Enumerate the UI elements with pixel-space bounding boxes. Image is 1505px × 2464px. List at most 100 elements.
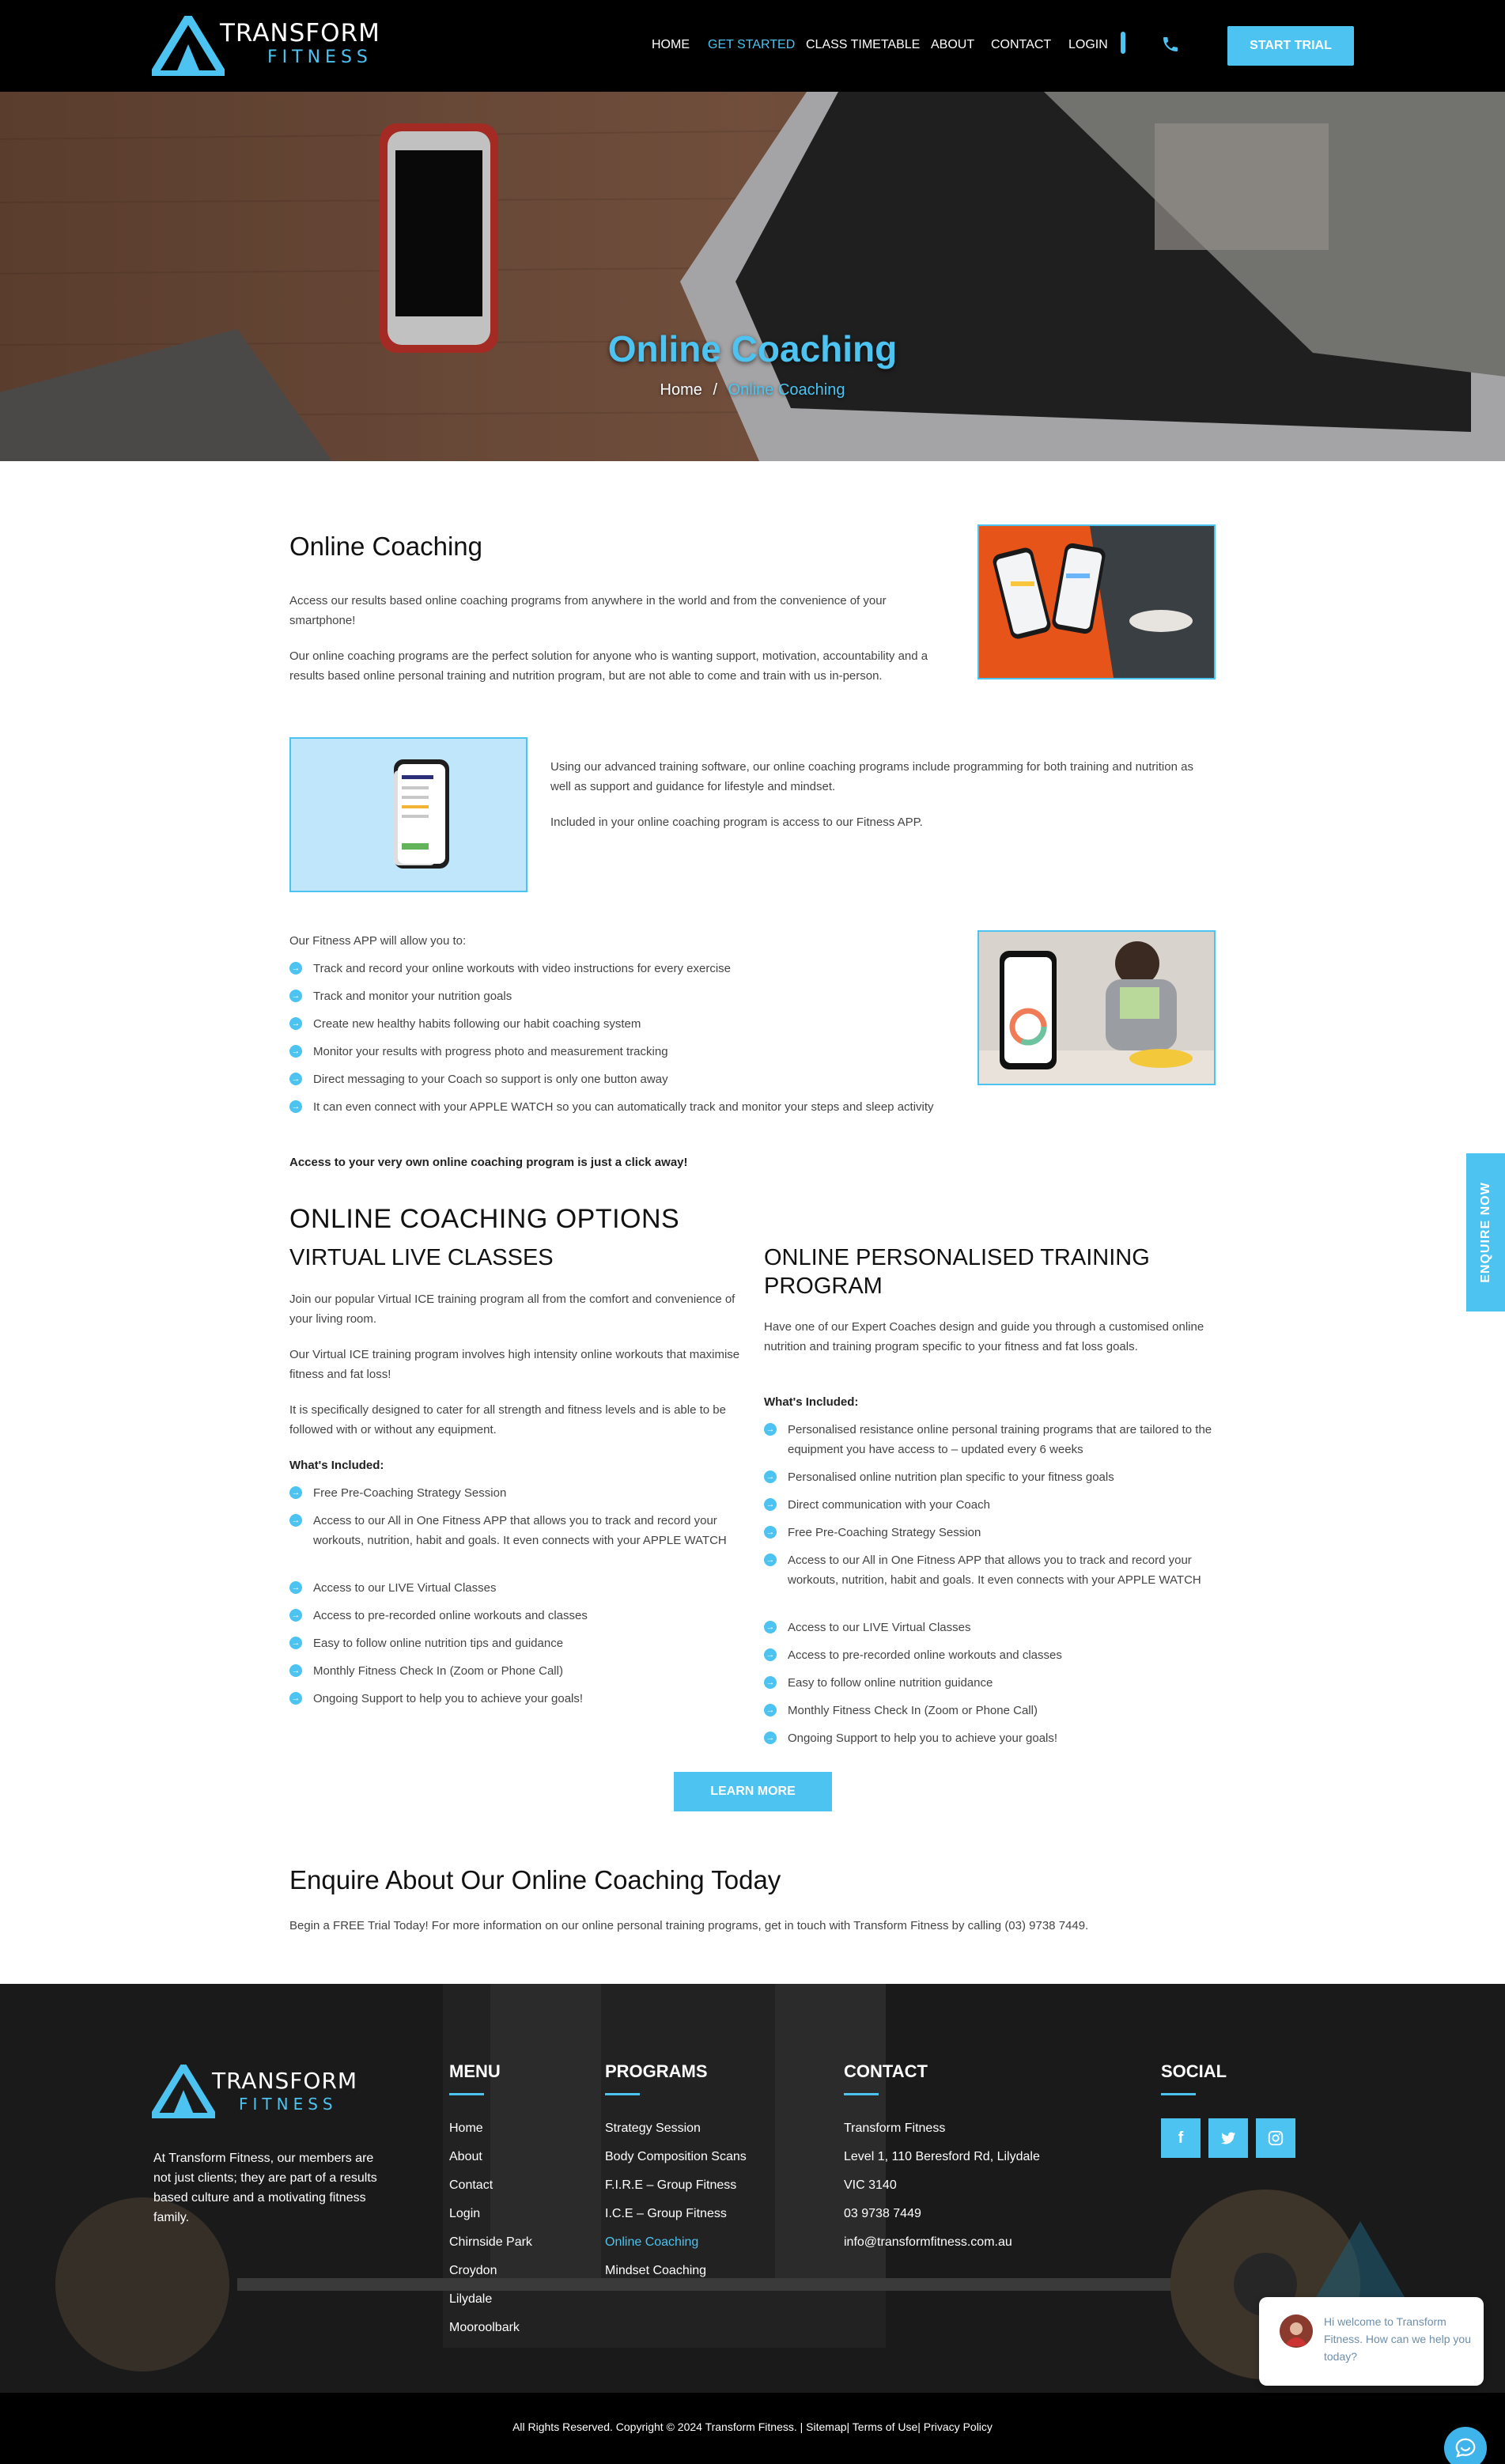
personal-included-item: → Access to pre-recorded online workouts … [764, 1645, 1215, 1665]
facebook-icon[interactable]: f [1161, 2118, 1201, 2158]
app-woman-image [977, 930, 1216, 1085]
footer-program-link[interactable]: F.I.R.E – Group Fitness [605, 2178, 736, 2193]
virtual-included-item: → Monthly Fitness Check In (Zoom or Phone… [289, 1661, 748, 1681]
intro-title: Online Coaching [289, 532, 482, 561]
footer-program-link[interactable]: Strategy Session [605, 2121, 701, 2136]
virtual-included-item: → Ongoing Support to help you to achieve … [289, 1689, 748, 1709]
footer-contact-email[interactable]: info@transformfitness.com.au [844, 2235, 1012, 2250]
nav-get-started[interactable]: GET STARTED [708, 38, 795, 52]
footer-menu-title: MENU [449, 2061, 501, 2081]
enquire-title: Enquire About Our Online Coaching Today [289, 1865, 781, 1894]
footer-programs-title: PROGRAMS [605, 2061, 708, 2081]
nav-about[interactable]: ABOUT [931, 38, 974, 52]
footer-menu-link[interactable]: About [449, 2150, 482, 2164]
personal-included-item: → Access to our All in One Fitness APP th… [764, 1550, 1215, 1590]
software-app-image [289, 737, 528, 892]
arrow-bullet-icon: → [764, 1704, 777, 1716]
arrow-bullet-icon: → [289, 1609, 302, 1622]
breadcrumb-home[interactable]: Home [660, 381, 702, 399]
footer-menu-link[interactable]: Lilydale [449, 2292, 492, 2307]
arrow-bullet-icon: → [289, 962, 302, 975]
arrow-bullet-icon: → [764, 1423, 777, 1436]
footer-menu-link[interactable]: Contact [449, 2178, 493, 2193]
personal-included-item: → Personalised online nutrition plan spec… [764, 1467, 1215, 1487]
nav-home[interactable]: HOME [652, 38, 690, 52]
personal-included-item: → Easy to follow online nutrition guidanc… [764, 1673, 1215, 1693]
personal-title-line-1: ONLINE PERSONALISED TRAINING [764, 1245, 1150, 1270]
logo-name-top[interactable]: TRANSFORM [220, 19, 380, 47]
app-closing: Access to your very own online coaching … [289, 1156, 688, 1169]
app-feature-item: → It can even connect with your APPLE WAT… [289, 1097, 962, 1117]
intro-paragraph-1: Access our results based online coaching… [289, 594, 887, 627]
logo-icon[interactable] [152, 16, 225, 76]
phone-icon[interactable] [1161, 35, 1180, 54]
footer-menu-link[interactable]: Home [449, 2121, 483, 2136]
nav-class-timetable[interactable]: CLASS TIMETABLE [806, 38, 920, 52]
personal-included-item: → Personalised resistance online personal… [764, 1420, 1215, 1459]
arrow-bullet-icon: → [289, 1045, 302, 1058]
arrow-bullet-icon: → [764, 1470, 777, 1483]
virtual-title: VIRTUAL LIVE CLASSES [289, 1245, 554, 1270]
footer-menu-link[interactable]: Mooroolbark [449, 2321, 520, 2335]
nav-login[interactable]: LOGIN [1068, 38, 1108, 52]
chat-greeting-text: Hi welcome to Transform Fitness. How can… [1324, 2315, 1471, 2363]
app-feature-item: → Track and record your online workouts w… [289, 959, 962, 978]
arrow-bullet-icon: → [289, 1637, 302, 1649]
arrow-bullet-icon: → [289, 1100, 302, 1113]
arrow-bullet-icon: → [764, 1732, 777, 1744]
app-feature-item: → Direct messaging to your Coach so suppo… [289, 1069, 962, 1089]
personal-title-line-2: PROGRAM [764, 1274, 883, 1299]
arrow-bullet-icon: → [764, 1621, 777, 1633]
footer-menu-link[interactable]: Chirnside Park [449, 2235, 532, 2250]
footer-menu-link[interactable]: Login [449, 2207, 480, 2221]
arrow-bullet-icon: → [289, 1017, 302, 1030]
arrow-bullet-icon: → [764, 1498, 777, 1511]
footer-contact-underline [844, 2093, 879, 2095]
personal-included-item: → Ongoing Support to help you to achieve … [764, 1728, 1215, 1748]
start-trial-button[interactable]: START TRIAL [1227, 26, 1354, 66]
footer-contact-phone[interactable]: 03 9738 7449 [844, 2207, 921, 2221]
learn-more-button[interactable]: LEARN MORE [674, 1772, 832, 1811]
footer-contact-address: Level 1, 110 Beresford Rd, Lilydale [844, 2150, 1040, 2163]
arrow-bullet-icon: → [289, 1486, 302, 1499]
instagram-icon[interactable] [1256, 2118, 1295, 2158]
arrow-bullet-icon: → [764, 1648, 777, 1661]
chat-open-button[interactable] [1444, 2427, 1487, 2464]
footer-logo-icon[interactable] [152, 2065, 215, 2118]
footer-logo-name-top[interactable]: TRANSFORM [212, 2068, 357, 2094]
virtual-included-item: → Access to our LIVE Virtual Classes [289, 1578, 748, 1598]
enquire-now-label[interactable]: ENQUIRE NOW [1466, 1153, 1505, 1311]
app-feature-item: → Create new healthy habits following our… [289, 1014, 962, 1034]
virtual-paragraph-2: Our Virtual ICE training program involve… [289, 1348, 740, 1381]
software-paragraph-1: Using our advanced training software, ou… [550, 760, 1193, 793]
hero-banner: Online Coaching Home / Online Coaching [0, 92, 1505, 461]
app-feature-item: → Monitor your results with progress phot… [289, 1042, 962, 1062]
chat-bubble-icon [1455, 2438, 1476, 2458]
logo-name-bottom[interactable]: FITNESS [267, 47, 372, 67]
footer-contact-name: Transform Fitness [844, 2121, 946, 2135]
footer-logo-name-bottom[interactable]: FITNESS [239, 2095, 338, 2114]
virtual-included-label: What's Included: [289, 1459, 384, 1472]
footer-program-link-active[interactable]: Online Coaching [605, 2235, 698, 2250]
footer-menu-underline [449, 2093, 484, 2095]
arrow-bullet-icon: → [289, 990, 302, 1002]
footer-program-link[interactable]: Mindset Coaching [605, 2264, 706, 2278]
footer-menu-link[interactable]: Croydon [449, 2264, 497, 2278]
arrow-bullet-icon: → [289, 1664, 302, 1677]
enquire-text: Begin a FREE Trial Today! For more infor… [289, 1919, 1089, 1932]
virtual-included-item: → Access to pre-recorded online workouts … [289, 1606, 748, 1626]
arrow-bullet-icon: → [764, 1676, 777, 1689]
arrow-bullet-icon: → [764, 1526, 777, 1539]
footer-program-link[interactable]: Body Composition Scans [605, 2150, 747, 2164]
enquire-now-tab[interactable]: ENQUIRE NOW [1466, 1153, 1505, 1311]
nav-contact[interactable]: CONTACT [991, 38, 1051, 52]
virtual-included-item: → Free Pre-Coaching Strategy Session [289, 1483, 748, 1503]
twitter-icon[interactable] [1208, 2118, 1248, 2158]
site-header: TRANSFORM FITNESS HOME GET STARTED CLASS… [0, 0, 1505, 92]
arrow-bullet-icon: → [289, 1514, 302, 1527]
personal-included-item: → Monthly Fitness Check In (Zoom or Phone… [764, 1701, 1215, 1720]
personal-included-label: What's Included: [764, 1395, 859, 1409]
footer-program-link[interactable]: I.C.E – Group Fitness [605, 2207, 727, 2221]
copyright-text[interactable]: All Rights Reserved. Copyright © 2024 Tr… [0, 2420, 1505, 2433]
app-intro: Our Fitness APP will allow you to: [289, 934, 467, 948]
